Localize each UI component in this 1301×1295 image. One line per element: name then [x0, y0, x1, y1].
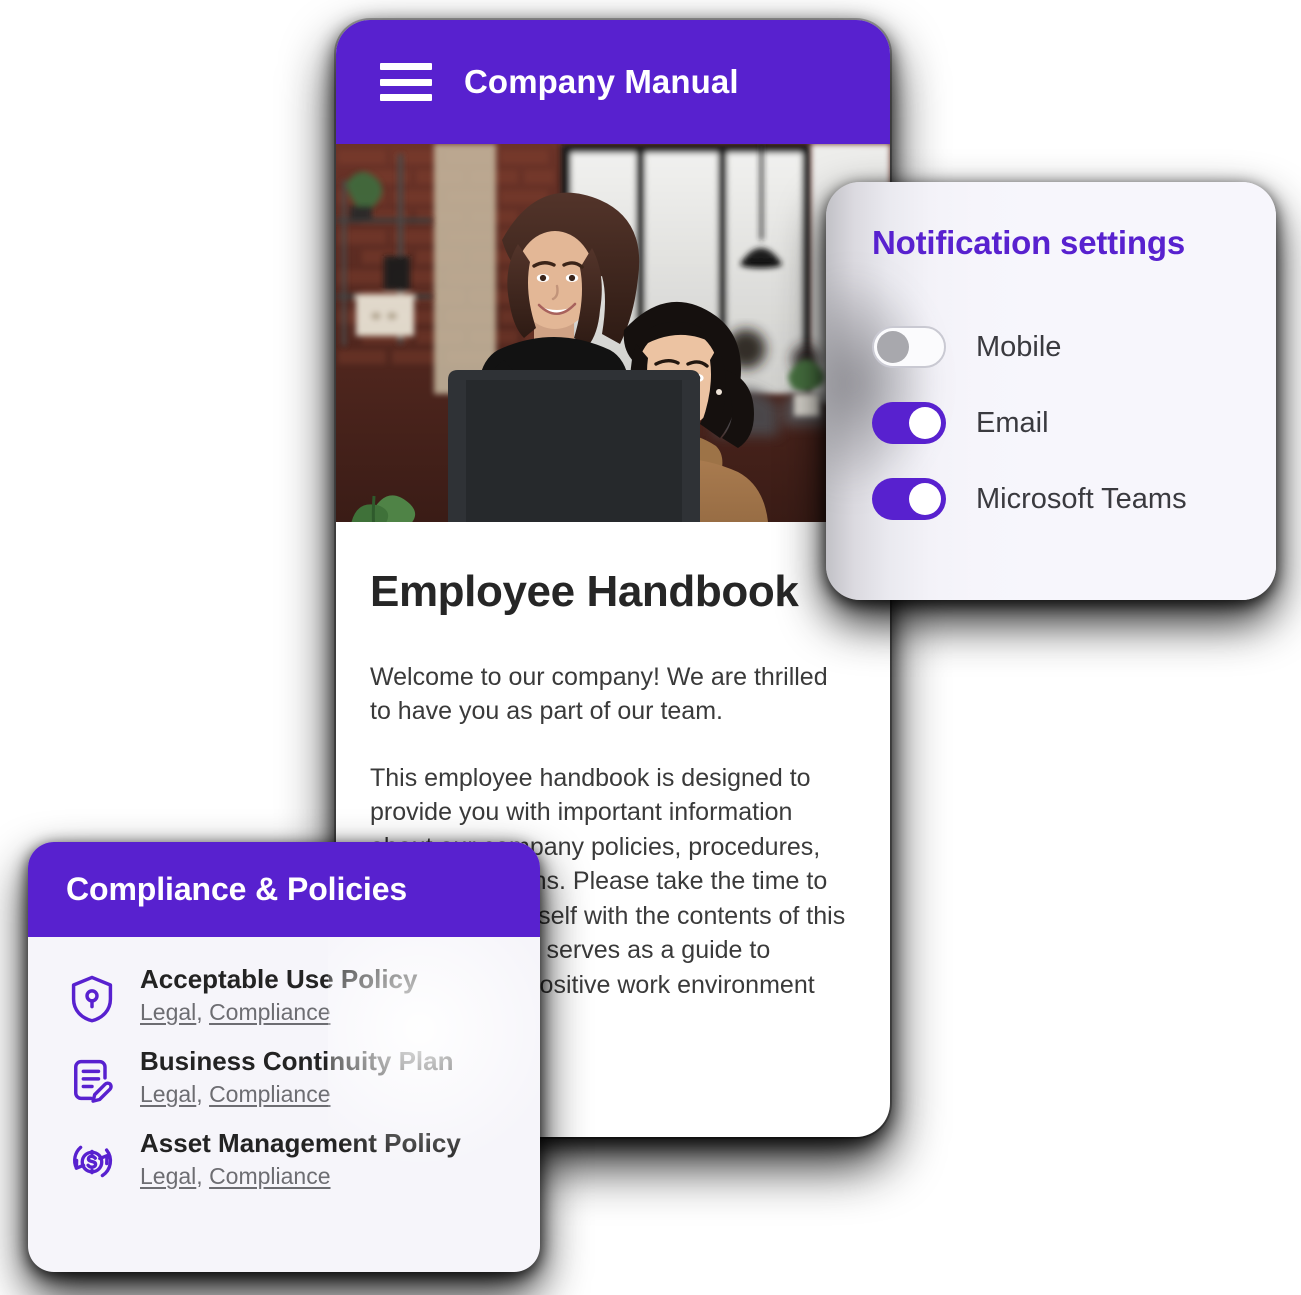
notification-settings-card: Notification settings Mobile Email Micro…: [826, 182, 1276, 600]
policy-name: Asset Management Policy: [140, 1128, 461, 1158]
hamburger-menu-icon[interactable]: [380, 63, 432, 101]
toggle-knob: [909, 407, 941, 439]
policy-tags: Legal, Compliance: [140, 999, 417, 1027]
compliance-policies-card: Compliance & Policies Acceptable Use Pol…: [28, 842, 540, 1272]
hero-image-illustration: [336, 144, 890, 522]
toggle-knob: [877, 331, 909, 363]
shield-lock-icon: [66, 972, 118, 1024]
policy-tag-legal[interactable]: Legal: [140, 1163, 196, 1189]
toggle-label-microsoft-teams: Microsoft Teams: [976, 482, 1187, 515]
asset-dollar-refresh-icon: [66, 1136, 118, 1188]
policy-tag-legal[interactable]: Legal: [140, 999, 196, 1025]
toggle-row-mobile[interactable]: Mobile: [872, 320, 1276, 374]
toggle-label-mobile: Mobile: [976, 330, 1062, 363]
policy-name: Acceptable Use Policy: [140, 964, 418, 994]
document-edit-icon: [66, 1054, 118, 1106]
toggle-on-icon[interactable]: [872, 478, 946, 520]
toggle-on-icon[interactable]: [872, 402, 946, 444]
policy-tag-separator: ,: [196, 1163, 210, 1190]
toggle-row-microsoft-teams[interactable]: Microsoft Teams: [872, 472, 1276, 526]
policy-tag-separator: ,: [196, 1081, 210, 1108]
screenshot-stage: Company Manual Employee Handbook Welcome…: [0, 0, 1301, 1295]
policy-tag-compliance[interactable]: Compliance: [209, 1163, 330, 1189]
list-item[interactable]: Asset Management Policy Legal, Complianc…: [28, 1115, 540, 1197]
phone-app-bar: Company Manual: [336, 20, 890, 144]
policy-tags: Legal, Compliance: [140, 1081, 454, 1109]
policy-name: Business Continuity Plan: [140, 1046, 454, 1076]
hamburger-bar: [380, 78, 432, 86]
policy-tag-separator: ,: [196, 999, 210, 1026]
page-title: Employee Handbook: [370, 567, 799, 616]
compliance-card-header: Compliance & Policies: [28, 842, 540, 937]
app-bar-title: Company Manual: [464, 63, 739, 100]
hamburger-bar: [380, 63, 432, 70]
policy-tags: Legal, Compliance: [140, 1163, 461, 1191]
toggle-off-icon[interactable]: [872, 326, 946, 368]
hamburger-bar: [380, 94, 432, 101]
toggle-knob: [909, 483, 941, 515]
list-item[interactable]: Acceptable Use Policy Legal, Compliance: [28, 951, 540, 1033]
toggle-row-email[interactable]: Email: [872, 396, 1276, 450]
handbook-paragraph-1: Welcome to our company! We are thrilled …: [370, 662, 828, 726]
policy-tag-legal[interactable]: Legal: [140, 1081, 196, 1107]
hero-image: [336, 144, 890, 522]
list-item[interactable]: Business Continuity Plan Legal, Complian…: [28, 1033, 540, 1115]
policy-list: Acceptable Use Policy Legal, Compliance: [28, 937, 540, 1197]
notification-settings-title: Notification settings: [872, 224, 1185, 261]
compliance-card-title: Compliance & Policies: [66, 871, 408, 907]
toggle-label-email: Email: [976, 406, 1049, 439]
policy-tag-compliance[interactable]: Compliance: [209, 1081, 330, 1107]
policy-tag-compliance[interactable]: Compliance: [209, 999, 330, 1025]
